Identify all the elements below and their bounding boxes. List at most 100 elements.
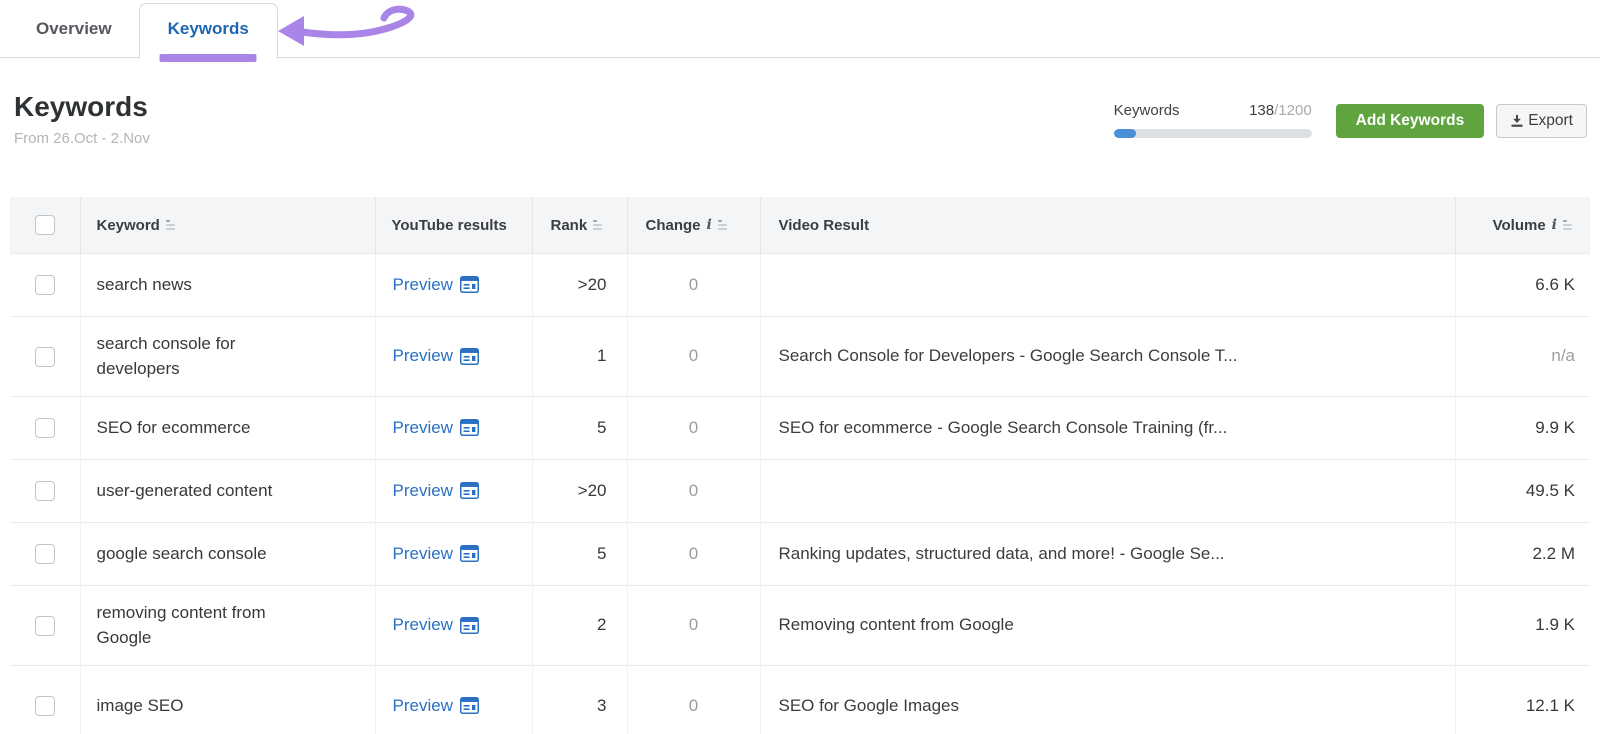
sort-icon[interactable] <box>593 219 604 231</box>
serp-preview-icon <box>459 276 479 294</box>
preview-link-label: Preview <box>392 274 453 294</box>
video-result: Removing content from Google <box>759 584 1455 666</box>
quota-progress-fill <box>1113 129 1137 138</box>
preview-link[interactable]: Preview <box>393 544 479 564</box>
video-result: SEO for Google Images <box>759 664 1455 734</box>
serp-preview-icon <box>459 545 479 563</box>
volume-value: 6.6 K <box>1454 252 1590 317</box>
export-button-label: Export <box>1528 112 1573 129</box>
preview-link[interactable]: Preview <box>393 275 479 295</box>
info-icon[interactable]: i <box>1552 217 1557 233</box>
rank-value: >20 <box>531 458 627 523</box>
preview-link-label: Preview <box>392 615 453 635</box>
col-header-keyword[interactable]: Keyword <box>97 217 160 234</box>
row-checkbox[interactable] <box>34 275 55 296</box>
sort-icon[interactable] <box>1563 219 1574 231</box>
serp-preview-icon <box>459 419 479 437</box>
preview-link-label: Preview <box>392 346 453 366</box>
tab-keywords-label: Keywords <box>167 19 249 38</box>
keywords-quota: Keywords 138/1200 <box>1113 102 1312 138</box>
table-row: google search console Preview 5 0 Rankin… <box>10 521 1590 586</box>
preview-link-label: Preview <box>392 480 453 500</box>
table-row: image SEO Preview 3 0 SEO for Google Ima… <box>10 664 1590 734</box>
keyword-cell: google search console <box>96 544 267 564</box>
serp-preview-icon <box>459 697 479 715</box>
col-header-youtube-results: YouTube results <box>391 216 507 234</box>
preview-link[interactable]: Preview <box>393 346 479 366</box>
video-result: Ranking updates, structured data, and mo… <box>759 521 1455 586</box>
preview-link[interactable]: Preview <box>393 418 479 438</box>
page-header: Keywords From 26.Oct - 2.Nov Keywords 13… <box>0 58 1600 147</box>
quota-label: Keywords <box>1113 102 1180 119</box>
preview-link[interactable]: Preview <box>393 696 479 716</box>
date-range: From 26.Oct - 2.Nov <box>14 130 150 148</box>
quota-used: 138 <box>1249 102 1275 119</box>
change-value: 0 <box>626 521 760 586</box>
keyword-cell: user-generated content <box>96 481 273 501</box>
preview-link-label: Preview <box>392 543 453 563</box>
row-checkbox[interactable] <box>34 615 55 636</box>
table-row: search news Preview >20 0 6.6 K <box>10 252 1590 317</box>
tab-bar: Overview Keywords <box>0 0 1600 62</box>
preview-link-label: Preview <box>392 695 453 715</box>
rank-value: 5 <box>531 521 627 586</box>
info-icon[interactable]: i <box>707 217 712 233</box>
row-checkbox[interactable] <box>34 544 55 565</box>
row-checkbox[interactable] <box>34 346 55 367</box>
preview-link-label: Preview <box>392 417 453 437</box>
change-value: 0 <box>626 664 760 734</box>
tab-overview[interactable]: Overview <box>24 3 124 57</box>
rank-value: 1 <box>531 315 627 397</box>
preview-link[interactable]: Preview <box>393 481 479 501</box>
change-value: 0 <box>626 315 760 397</box>
volume-value: 9.9 K <box>1454 395 1590 460</box>
row-checkbox[interactable] <box>34 695 55 716</box>
export-button[interactable]: Export <box>1496 104 1587 138</box>
quota-progressbar <box>1113 129 1312 138</box>
volume-value: 12.1 K <box>1454 664 1590 734</box>
keywords-table: Keyword YouTube results Rank Change i Vi… <box>10 197 1590 734</box>
volume-value: 1.9 K <box>1454 584 1590 666</box>
select-all-checkbox[interactable] <box>34 215 55 236</box>
preview-link[interactable]: Preview <box>393 615 479 635</box>
tab-keywords[interactable]: Keywords <box>138 3 278 62</box>
download-icon <box>1511 115 1523 127</box>
row-checkbox[interactable] <box>34 418 55 439</box>
video-result <box>759 252 1455 317</box>
sort-icon[interactable] <box>165 219 177 231</box>
keyword-cell: removing content from Google <box>96 602 266 648</box>
change-value: 0 <box>626 584 760 666</box>
quota-total: /1200 <box>1274 102 1312 119</box>
rank-value: >20 <box>531 252 627 317</box>
keyword-cell: search console for developers <box>96 333 236 379</box>
col-header-change[interactable]: Change <box>646 217 701 234</box>
table-row: SEO for ecommerce Preview 5 0 SEO for ec… <box>10 395 1590 460</box>
table-row: search console for developers Preview 1 … <box>10 315 1590 397</box>
rank-value: 5 <box>531 395 627 460</box>
active-tab-underline <box>159 54 257 62</box>
row-checkbox[interactable] <box>34 481 55 502</box>
video-result: Search Console for Developers - Google S… <box>759 315 1455 397</box>
col-header-rank[interactable]: Rank <box>551 217 588 234</box>
sort-icon[interactable] <box>717 219 729 231</box>
keyword-cell: search news <box>96 275 192 295</box>
rank-value: 3 <box>531 664 627 734</box>
table-row: removing content from Google Preview 2 0… <box>10 584 1590 666</box>
change-value: 0 <box>626 252 760 317</box>
serp-preview-icon <box>459 482 479 500</box>
volume-value: n/a <box>1454 315 1590 397</box>
page-title: Keywords <box>14 91 148 122</box>
serp-preview-icon <box>459 616 479 634</box>
rank-value: 2 <box>531 584 627 666</box>
volume-value: 2.2 M <box>1454 521 1590 586</box>
col-header-volume[interactable]: Volume <box>1493 217 1546 234</box>
col-header-video-result: Video Result <box>778 216 870 234</box>
video-result <box>759 458 1455 523</box>
purple-arrow-icon <box>278 5 415 46</box>
keyword-cell: SEO for ecommerce <box>96 418 251 438</box>
serp-preview-icon <box>459 347 479 365</box>
add-keywords-button[interactable]: Add Keywords <box>1335 104 1485 138</box>
video-result: SEO for ecommerce - Google Search Consol… <box>759 395 1455 460</box>
volume-value: 49.5 K <box>1454 458 1590 523</box>
keyword-cell: image SEO <box>96 695 184 715</box>
